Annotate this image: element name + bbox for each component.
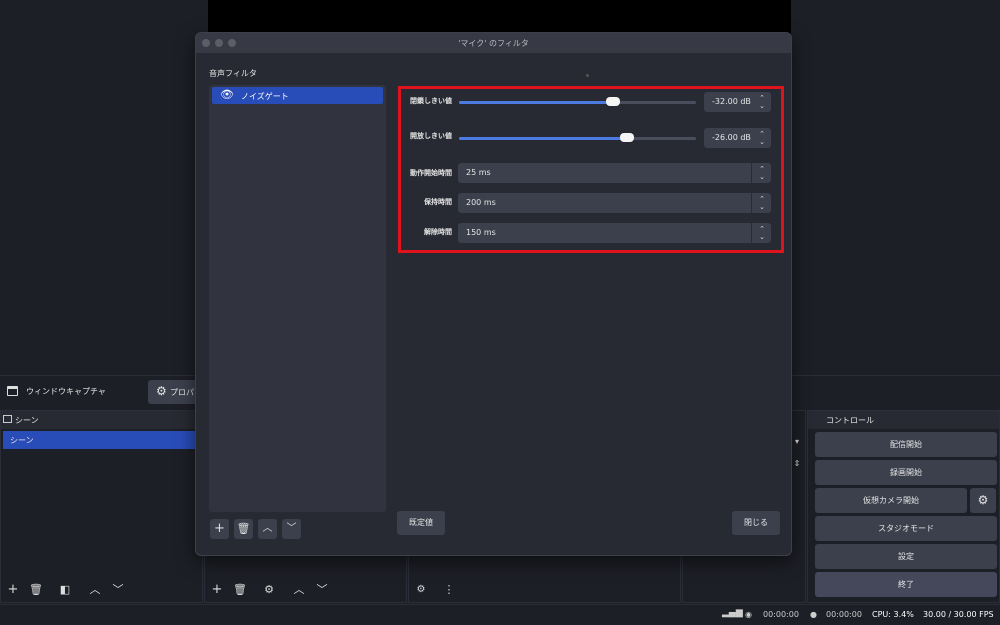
close-button[interactable]: 閉じる	[732, 511, 780, 535]
more-icon[interactable]: ⋮	[441, 583, 457, 597]
scene-item[interactable]: シーン	[3, 431, 198, 449]
properties-label: プロパ	[170, 388, 194, 397]
window-icon	[7, 386, 18, 396]
dialog-title: 'マイク' のフィルタ	[458, 39, 529, 48]
studio-mode-button[interactable]: スタジオモード	[815, 516, 997, 541]
add-icon[interactable]: +	[209, 583, 225, 597]
controls-title: コントロール	[808, 411, 999, 429]
splitter-handle[interactable]	[586, 74, 589, 77]
trash-icon[interactable]: 🗑	[232, 583, 248, 597]
scenes-title: シーン	[1, 411, 202, 429]
filters-dialog: 'マイク' のフィルタ 音声フィルタ 👁 ノイズゲート + 🗑 ︿ ﹀ 閉鎖しき…	[195, 32, 792, 556]
add-filter-button[interactable]: +	[210, 519, 229, 539]
source-name: ウィンドウキャプチャ	[26, 387, 106, 396]
status-bar: ▂▄▆ ◉ 00:00:00 ● 00:00:00 CPU: 3.4% 30.0…	[0, 604, 1000, 625]
trash-icon[interactable]: 🗑	[28, 583, 44, 597]
filter-icon[interactable]: ◧	[57, 583, 73, 597]
chevron-up-icon[interactable]: ︿	[291, 583, 307, 597]
start-streaming-button[interactable]: 配信開始	[815, 432, 997, 457]
filter-list: 👁 ノイズゲート	[209, 85, 386, 512]
highlight-box	[398, 86, 784, 253]
stream-time: 00:00:00	[763, 610, 799, 619]
chevron-up-icon[interactable]: ︿	[87, 583, 103, 597]
record-icon: ●	[810, 610, 817, 619]
gears-icon[interactable]: ⚙	[413, 583, 429, 597]
filter-item-noise-gate[interactable]: 👁 ノイズゲート	[212, 87, 383, 104]
filter-label: ノイズゲート	[241, 92, 289, 101]
start-virtual-camera-button[interactable]: 仮想カメラ開始	[815, 488, 967, 513]
start-recording-button[interactable]: 録画開始	[815, 460, 997, 485]
remove-filter-button[interactable]: 🗑	[234, 519, 253, 539]
controls-dock: コントロール 配信開始 録画開始 仮想カメラ開始 ⚙ スタジオモード 設定 終了	[807, 410, 1000, 603]
settings-button[interactable]: 設定	[815, 544, 997, 569]
stream-icon: ◉	[745, 610, 752, 619]
signal-icon: ▂▄▆	[722, 608, 743, 618]
dock-icon	[3, 415, 12, 423]
audio-filters-label: 音声フィルタ	[209, 69, 257, 78]
gear-icon[interactable]: ⚙	[261, 583, 277, 597]
move-down-button[interactable]: ﹀	[282, 519, 301, 539]
record-time: 00:00:00	[826, 610, 862, 619]
move-up-button[interactable]: ︿	[258, 519, 277, 539]
chevron-down-icon[interactable]: ﹀	[110, 583, 126, 597]
gear-icon: ⚙	[156, 384, 167, 398]
scenes-dock: シーン シーン + 🗑 ◧ ︿ ﹀	[0, 410, 203, 603]
chevron-down-icon[interactable]: ﹀	[314, 583, 330, 597]
dialog-titlebar: 'マイク' のフィルタ	[196, 33, 791, 53]
defaults-button[interactable]: 既定値	[397, 511, 445, 535]
virtual-camera-settings-icon[interactable]: ⚙	[970, 488, 996, 513]
exit-button[interactable]: 終了	[815, 572, 997, 597]
eye-icon[interactable]: 👁	[220, 88, 234, 101]
fps-readout: 30.00 / 30.00 FPS	[923, 610, 994, 619]
add-icon[interactable]: +	[5, 583, 21, 597]
cpu-usage: CPU: 3.4%	[872, 610, 914, 619]
